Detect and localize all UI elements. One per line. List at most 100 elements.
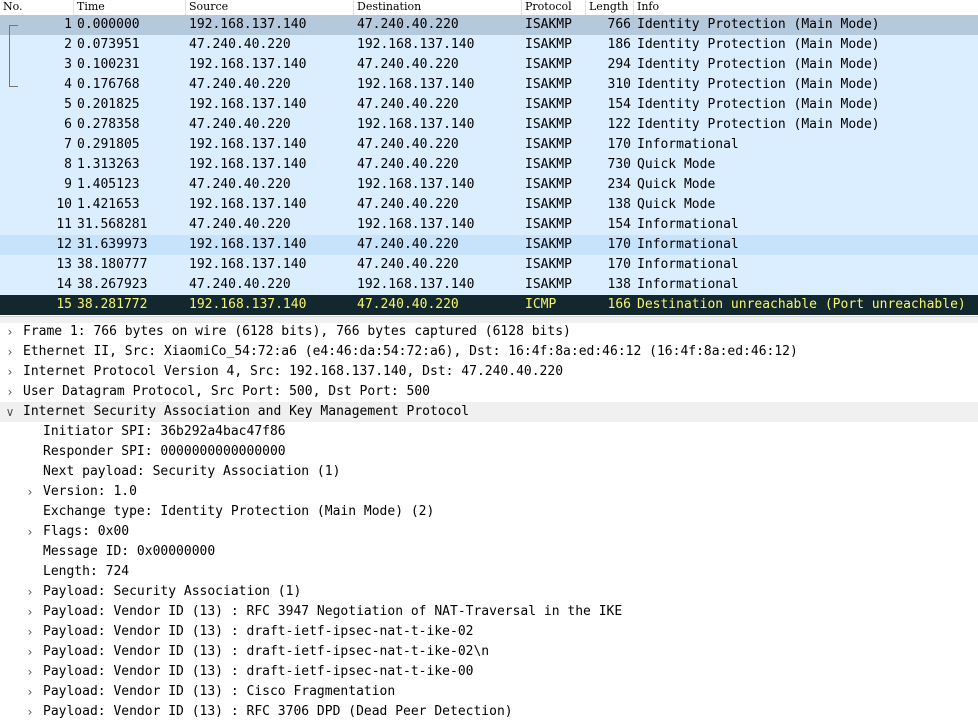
detail-tree-item[interactable]: › Frame 1: 766 bytes on wire (6128 bits),… [0,322,978,342]
detail-tree-item[interactable]: › Payload: Vendor ID (13) : draft-ietf-ip… [0,662,978,682]
chevron-right-icon[interactable]: › [24,482,36,502]
detail-tree-item[interactable]: › Payload: Vendor ID (13) : draft-ietf-ip… [0,622,978,642]
chevron-down-icon[interactable]: ∨ [4,402,16,422]
packet-length: 166 [607,297,631,312]
chevron-right-icon[interactable]: › [4,342,16,362]
detail-tree-item[interactable]: › Ethernet II, Src: XiaomiCo_54:72:a6 (e4… [0,342,978,362]
chevron-right-icon[interactable]: › [24,602,36,622]
packet-row[interactable]: 2 0.073951 47.240.40.220 192.168.137.140 ISA… [0,35,978,55]
packet-info: Quick Mode [637,177,716,192]
packet-row[interactable]: 15 38.281772 192.168.137.140 47.240.40.220 I… [0,295,978,315]
column-header-source[interactable]: Source [185,0,353,15]
detail-tree-item[interactable]: Initiator SPI: 36b292a4bac47f86 [0,422,978,442]
detail-tree-item[interactable]: › Payload: Vendor ID (13) : Cisco Fragmen… [0,682,978,702]
detail-tree-label: Internet Protocol Version 4, Src: 192.16… [23,364,564,379]
packet-source: 192.168.137.140 [189,137,307,152]
packet-number: 9 [64,177,72,192]
column-header-info[interactable]: Info [633,0,978,15]
packet-row[interactable]: 5 0.201825 192.168.137.140 47.240.40.220 ISA… [0,95,978,115]
detail-tree-item[interactable]: Next payload: Security Association (1) [0,462,978,482]
packet-source: 192.168.137.140 [189,157,307,172]
detail-tree-item[interactable]: › Internet Protocol Version 4, Src: 192.1… [0,362,978,382]
packet-length: 310 [607,77,631,92]
detail-tree-label: Payload: Vendor ID (13) : draft-ietf-ips… [43,624,474,639]
chevron-right-icon[interactable]: › [24,642,36,662]
column-header-protocol[interactable]: Protocol [521,0,585,15]
packet-number: 14 [56,277,72,292]
chevron-right-icon[interactable]: › [24,702,36,722]
packet-length: 170 [607,137,631,152]
packet-length: 138 [607,277,631,292]
packet-protocol: ISAKMP [525,17,572,32]
packet-info: Informational [637,257,739,272]
packet-list-pane: No. Time Source Destination Protocol Len… [0,0,978,316]
packet-row[interactable]: 9 1.405123 47.240.40.220 192.168.137.140 ISA… [0,175,978,195]
column-header-length[interactable]: Length [585,0,633,15]
chevron-right-icon[interactable]: › [24,662,36,682]
packet-row[interactable]: 3 0.100231 192.168.137.140 47.240.40.220 ISA… [0,55,978,75]
detail-tree-item[interactable]: Responder SPI: 0000000000000000 [0,442,978,462]
packet-number: 12 [56,237,72,252]
chevron-right-icon[interactable]: › [4,382,16,402]
packet-row[interactable]: 4 0.176768 47.240.40.220 192.168.137.140 ISA… [0,75,978,95]
packet-source: 47.240.40.220 [189,37,291,52]
packet-length: 154 [607,217,631,232]
detail-tree-item[interactable]: Exchange type: Identity Protection (Main… [0,502,978,522]
detail-tree-item[interactable]: › Version: 1.0 [0,482,978,502]
packet-destination: 192.168.137.140 [357,37,475,52]
detail-tree-item[interactable]: Length: 724 [0,562,978,582]
chevron-right-icon[interactable]: › [4,322,16,342]
detail-tree-item[interactable]: › Payload: Security Association (1) [0,582,978,602]
packet-time: 0.278358 [77,117,140,132]
detail-tree-item[interactable]: › Payload: Vendor ID (13) : draft-ietf-ip… [0,642,978,662]
packet-destination: 192.168.137.140 [357,277,475,292]
column-header-no[interactable]: No. [0,0,73,15]
packet-row[interactable]: 12 31.639973 192.168.137.140 47.240.40.220 I… [0,235,978,255]
packet-length: 170 [607,257,631,272]
detail-tree-item[interactable]: › Payload: Vendor ID (13) : RFC 3706 DPD … [0,702,978,722]
chevron-right-icon[interactable]: › [24,522,36,542]
packet-destination: 47.240.40.220 [357,257,459,272]
packet-row[interactable]: 14 38.267923 47.240.40.220 192.168.137.140 I… [0,275,978,295]
detail-tree-label: Initiator SPI: 36b292a4bac47f86 [43,424,286,439]
packet-row[interactable]: 10 1.421653 192.168.137.140 47.240.40.220 IS… [0,195,978,215]
packet-length: 730 [607,157,631,172]
packet-time: 0.000000 [77,17,140,32]
packet-time: 0.201825 [77,97,140,112]
packet-row[interactable]: 1 0.000000 192.168.137.140 47.240.40.220 ISA… [0,15,978,35]
detail-tree-label: Payload: Vendor ID (13) : RFC 3706 DPD (… [43,704,513,719]
packet-row[interactable]: 6 0.278358 47.240.40.220 192.168.137.140 ISA… [0,115,978,135]
detail-tree-item[interactable]: › Flags: 0x00 [0,522,978,542]
detail-tree-item[interactable]: › Payload: Vendor ID (13) : RFC 3947 Nego… [0,602,978,622]
column-header-destination[interactable]: Destination [353,0,521,15]
packet-destination: 47.240.40.220 [357,197,459,212]
packet-destination: 47.240.40.220 [357,97,459,112]
packet-destination: 47.240.40.220 [357,237,459,252]
packet-protocol: ISAKMP [525,257,572,272]
packet-time: 0.100231 [77,57,140,72]
packet-row[interactable]: 13 38.180777 192.168.137.140 47.240.40.220 I… [0,255,978,275]
packet-protocol: ISAKMP [525,97,572,112]
packet-destination: 47.240.40.220 [357,57,459,72]
detail-tree-item[interactable]: ∨ Internet Security Association and Key M… [0,402,978,422]
packet-number: 11 [56,217,72,232]
packet-row[interactable]: 8 1.313263 192.168.137.140 47.240.40.220 ISA… [0,155,978,175]
chevron-right-icon[interactable]: › [4,362,16,382]
packet-time: 1.405123 [77,177,140,192]
packet-time: 0.176768 [77,77,140,92]
chevron-right-icon[interactable]: › [24,682,36,702]
packet-time: 1.421653 [77,197,140,212]
packet-info: Informational [637,277,739,292]
detail-tree-label: Payload: Vendor ID (13) : draft-ietf-ips… [43,664,474,679]
detail-tree-item[interactable]: › User Datagram Protocol, Src Port: 500, … [0,382,978,402]
detail-tree-item[interactable]: Message ID: 0x00000000 [0,542,978,562]
packet-row[interactable]: 11 31.568281 47.240.40.220 192.168.137.140 I… [0,215,978,235]
packet-row[interactable]: 7 0.291805 192.168.137.140 47.240.40.220 ISA… [0,135,978,155]
chevron-right-icon[interactable]: › [24,582,36,602]
detail-tree-label: Message ID: 0x00000000 [43,544,216,559]
packet-time: 31.639973 [77,237,148,252]
column-header-time[interactable]: Time [73,0,185,15]
chevron-right-icon[interactable]: › [24,622,36,642]
detail-tree-label: Length: 724 [43,564,130,579]
packet-source: 192.168.137.140 [189,237,307,252]
